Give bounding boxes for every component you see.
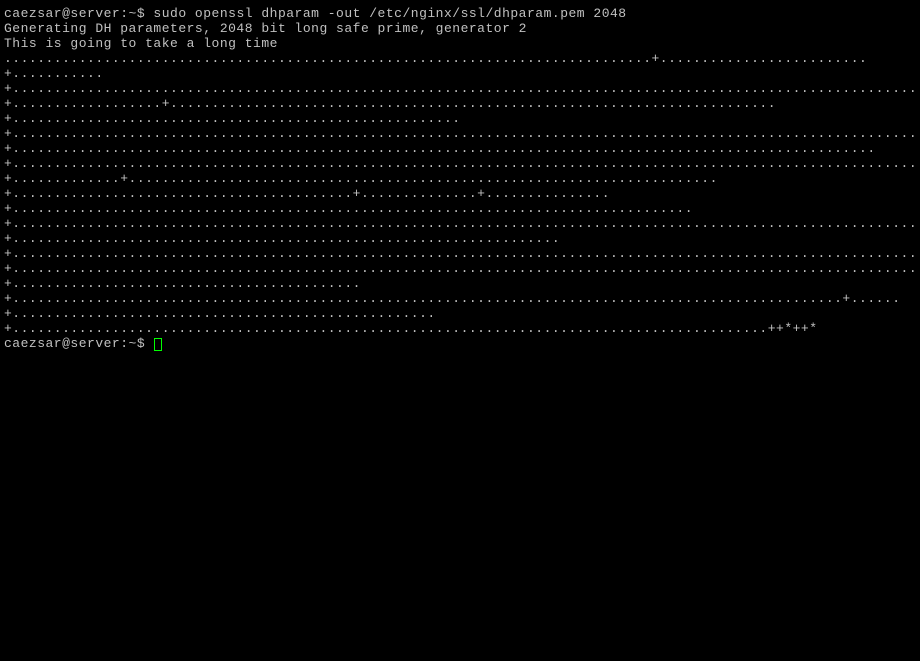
prompt-user-host: caezsar@server:~$ bbox=[4, 6, 145, 21]
output-line-1: Generating DH parameters, 2048 bit long … bbox=[4, 21, 916, 36]
dh-generation-progress: ........................................… bbox=[4, 51, 916, 336]
prompt-line-1: caezsar@server:~$ sudo openssl dhparam -… bbox=[4, 6, 916, 21]
prompt-line-2[interactable]: caezsar@server:~$ bbox=[4, 336, 916, 351]
command-text: sudo openssl dhparam -out /etc/nginx/ssl… bbox=[145, 6, 626, 21]
prompt-user-host-2: caezsar@server:~$ bbox=[4, 336, 145, 351]
cursor-icon bbox=[154, 338, 162, 351]
output-line-2: This is going to take a long time bbox=[4, 36, 916, 51]
